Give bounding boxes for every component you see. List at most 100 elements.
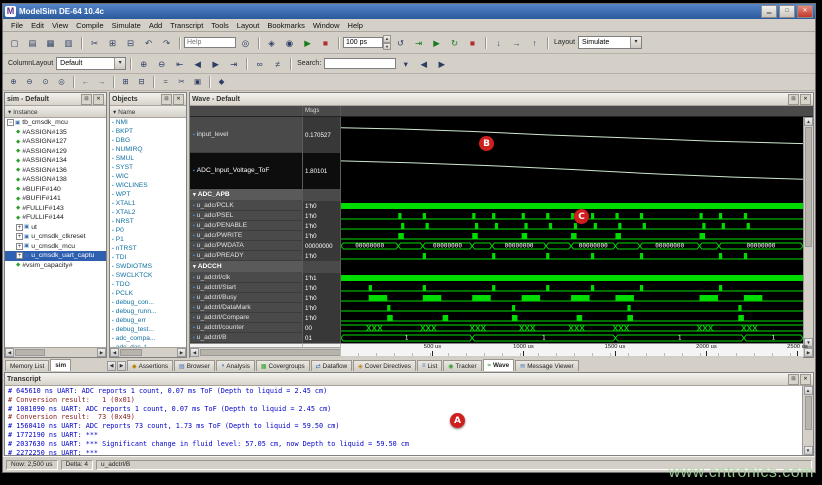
collapse-icon[interactable]: ▾ [193, 192, 196, 198]
expand-icon[interactable]: + [16, 243, 23, 250]
sim-tree-item[interactable]: ◆#FULLIF#144 [5, 213, 106, 223]
objects-list-item[interactable]: ▪debug_test... [110, 325, 186, 334]
collapse-icon[interactable]: ▾ [193, 264, 196, 270]
objects-list-item[interactable]: ▪WPT [110, 190, 186, 199]
goto-time-icon[interactable]: ◆ [214, 75, 229, 89]
tab-scroll-right-icon[interactable]: ▶ [117, 361, 126, 371]
objects-list-item[interactable]: ▪debug_con... [110, 298, 186, 307]
sim-tree-item[interactable]: −▣tb_cmsdk_mcu [5, 118, 106, 128]
print-icon[interactable]: ▥ [60, 35, 77, 51]
wave-signal-name[interactable]: ▪u_adctrl/counter [190, 323, 302, 333]
menu-transcript[interactable]: Transcript [166, 21, 207, 30]
sim-tree-item[interactable]: +▣u_cmsdk_uart_captu [5, 251, 106, 261]
panel-close-icon[interactable]: ✕ [800, 94, 811, 105]
open-icon[interactable]: ▤ [24, 35, 41, 51]
objects-list-item[interactable]: ▪WICLINES [110, 181, 186, 190]
delete-cursor-icon[interactable]: ⊖ [153, 56, 170, 72]
search-prev-icon[interactable]: ◀ [415, 56, 432, 72]
wave-signal-name[interactable]: ▪ADC_Input_Voltage_ToF [190, 153, 302, 189]
run-icon[interactable]: ⇥ [410, 35, 427, 51]
sim-tree-item[interactable]: +▣u_cmsdk_mcu [5, 242, 106, 252]
run-all-icon[interactable]: ↻ [446, 35, 463, 51]
scroll-thumb[interactable] [805, 127, 812, 247]
step-out-icon[interactable]: ↑ [526, 35, 543, 51]
zoom-out-icon[interactable]: ⊖ [22, 75, 37, 89]
goto-first-icon[interactable]: ⇤ [171, 56, 188, 72]
objects-list-item[interactable]: ▪DBG [110, 136, 186, 145]
objects-list-item[interactable]: ▪SMUL [110, 154, 186, 163]
new-file-icon[interactable]: ▢ [6, 35, 23, 51]
link-icon[interactable]: ∞ [251, 56, 268, 72]
tab-tracker[interactable]: ◉Tracker [443, 360, 481, 371]
wave-signal-name[interactable]: ▪u_adc/PWDATA [190, 241, 302, 251]
tab-analysis[interactable]: ◑Analysis [216, 360, 255, 371]
wave-plot-cell[interactable] [340, 231, 803, 241]
search-input[interactable] [324, 58, 396, 69]
objects-list-item[interactable]: ▪BKPT [110, 127, 186, 136]
objects-list-item[interactable]: ▪SWCLKTCK [110, 271, 186, 280]
cut-icon[interactable]: ✂ [86, 35, 103, 51]
chevron-down-icon[interactable]: ▾ [630, 37, 641, 48]
scroll-left-icon[interactable]: ◀ [5, 348, 14, 357]
scroll-thumb[interactable] [15, 349, 45, 356]
wave-plot-cell[interactable] [340, 323, 803, 333]
wave-plot-cell[interactable] [340, 273, 803, 283]
wave-group-name[interactable]: ▾ADC_APB [190, 189, 302, 201]
objects-list-item[interactable]: ▪P1 [110, 235, 186, 244]
menu-view[interactable]: View [48, 21, 72, 30]
objects-list-item[interactable]: ▪XTAL1 [110, 199, 186, 208]
panel-close-icon[interactable]: ✕ [93, 94, 104, 105]
maximize-button[interactable]: □ [779, 5, 795, 18]
compile-icon[interactable]: ◈ [263, 35, 280, 51]
wave-copy-icon[interactable]: ▣ [190, 75, 205, 89]
help-search-go-icon[interactable]: ◎ [237, 35, 254, 51]
objects-list-item[interactable]: ▪NUMIRQ [110, 145, 186, 154]
wave-plot-cell[interactable] [340, 221, 803, 231]
chevron-down-icon[interactable]: ▾ [114, 58, 125, 69]
minimize-button[interactable]: ▁ [761, 5, 777, 18]
step-into-icon[interactable]: ↓ [490, 35, 507, 51]
wave-signal-name[interactable]: ▪u_adctrl/Busy [190, 293, 302, 303]
compile-all-icon[interactable]: ◉ [281, 35, 298, 51]
wave-plot-cell[interactable] [340, 293, 803, 303]
tab-scroll-left-icon[interactable]: ◀ [107, 361, 116, 371]
panel-dock-icon[interactable]: ⊡ [788, 94, 799, 105]
expand-icon[interactable]: + [16, 252, 23, 259]
sim-tree-item[interactable]: ◆#ASSIGN#135 [5, 128, 106, 138]
cursor-left-icon[interactable]: ← [78, 75, 93, 89]
panel-dock-icon[interactable]: ⊡ [788, 374, 799, 385]
redo-icon[interactable]: ↷ [158, 35, 175, 51]
timeline-axis[interactable]: 500 us1000 us1500 us2000 us2500 us [340, 344, 803, 356]
spinner-up-icon[interactable]: ▲ [383, 35, 391, 43]
copy-icon[interactable]: ⊞ [104, 35, 121, 51]
sim-tree-item[interactable]: ◆#ASSIGN#129 [5, 147, 106, 157]
search-next-icon[interactable]: ▶ [433, 56, 450, 72]
tab-memory-list[interactable]: Memory List [5, 360, 49, 371]
sim-tree-item[interactable]: +▣u_cmsdk_clkreset [5, 232, 106, 242]
sim-horizontal-scrollbar[interactable]: ◀▶ [5, 347, 106, 357]
wave-cut-icon[interactable]: ✂ [174, 75, 189, 89]
spinner-buttons[interactable]: ▲▼ [383, 35, 391, 50]
wave-plot-cell[interactable] [340, 201, 803, 211]
menu-help[interactable]: Help [344, 21, 367, 30]
expand-icon[interactable]: + [16, 233, 23, 240]
wave-plot-cell[interactable] [340, 261, 803, 273]
objects-list-item[interactable]: ▪TDI [110, 253, 186, 262]
wave-signal-name[interactable]: ▪u_adc/PCLK [190, 201, 302, 211]
cursor-right-icon[interactable]: → [94, 75, 109, 89]
menu-simulate[interactable]: Simulate [108, 21, 145, 30]
sim-column-header[interactable]: ▾ Instance [5, 106, 106, 118]
wave-plot-cell[interactable]: 0000000000000000000000000000000000000000… [340, 241, 803, 251]
panel-close-icon[interactable]: ✕ [173, 94, 184, 105]
spinner-down-icon[interactable]: ▼ [383, 43, 391, 51]
wave-signal-name[interactable]: ▪u_adctrl/Start [190, 283, 302, 293]
search-options-icon[interactable]: ▾ [397, 56, 414, 72]
expand-icon[interactable]: + [16, 224, 23, 231]
goto-last-icon[interactable]: ⇥ [225, 56, 242, 72]
step-over-icon[interactable]: → [508, 35, 525, 51]
wave-signal-name[interactable]: ▪u_adc/PWRITE [190, 231, 302, 241]
wave-plot-cell[interactable] [340, 313, 803, 323]
close-button[interactable]: ✕ [797, 5, 813, 18]
tab-wave[interactable]: ≈Wave [483, 359, 515, 371]
objects-list-item[interactable]: ▪NMI [110, 118, 186, 127]
